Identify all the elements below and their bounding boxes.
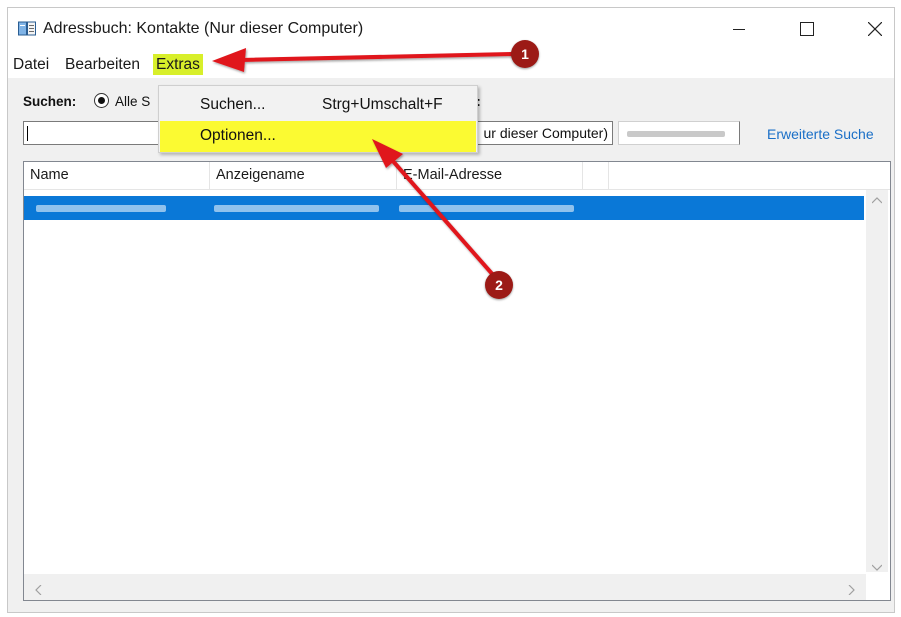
annotation-arrows <box>212 48 514 278</box>
annotation-badge-1: 1 <box>511 40 539 68</box>
annotation-arrow-2 <box>372 139 496 278</box>
annotation-badge-2: 2 <box>485 271 513 299</box>
annotation-arrow-1 <box>212 48 514 72</box>
